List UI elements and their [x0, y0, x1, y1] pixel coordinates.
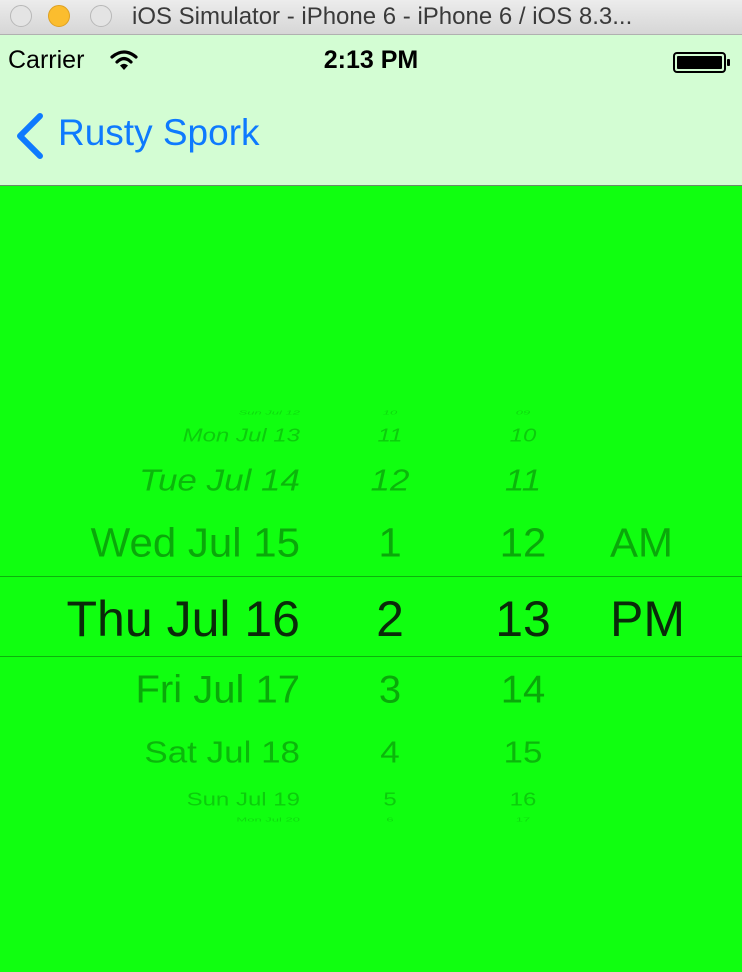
- picker-ampm-selected[interactable]: PM: [610, 594, 685, 644]
- picker-minute-cell[interactable]: 17: [516, 817, 530, 823]
- window-title: iOS Simulator - iPhone 6 - iPhone 6 / iO…: [132, 3, 633, 30]
- navigation-area: Carrier 2:13 PM Rusty Spork: [0, 35, 742, 186]
- picker-date-cell[interactable]: Sat Jul 18: [144, 737, 300, 768]
- picker-hour-cell[interactable]: 5: [383, 791, 396, 809]
- date-picker[interactable]: Sun Jul 12 Mon Jul 13 Tue Jul 14 Wed Jul 15…: [0, 186, 742, 972]
- picker-minute-cell[interactable]: 14: [501, 671, 546, 710]
- picker-date-cell[interactable]: Tue Jul 14: [139, 465, 300, 496]
- picker-minute-cell[interactable]: 09: [516, 410, 530, 416]
- window-minimize-button[interactable]: [48, 5, 70, 27]
- picker-minute-selected[interactable]: 13: [495, 594, 551, 644]
- picker-selection-top-line: [0, 576, 742, 577]
- picker-minute-cell[interactable]: 11: [505, 465, 541, 496]
- picker-selection-bottom-line: [0, 656, 742, 657]
- picker-hour-cell[interactable]: 12: [371, 465, 410, 496]
- battery-icon: [673, 52, 730, 73]
- picker-date-cell[interactable]: Sun Jul 19: [187, 791, 300, 809]
- picker-minute-cell[interactable]: 10: [510, 427, 537, 445]
- picker-date-cell[interactable]: Wed Jul 15: [91, 522, 300, 564]
- picker-minute-cell[interactable]: 16: [510, 791, 537, 809]
- picker-date-cell[interactable]: Mon Jul 20: [236, 817, 300, 823]
- picker-date-cell[interactable]: Fri Jul 17: [136, 671, 301, 710]
- picker-minute-cell[interactable]: 12: [500, 522, 547, 564]
- picker-hour-cell[interactable]: 11: [378, 427, 403, 445]
- picker-hour-cell[interactable]: 4: [380, 737, 399, 768]
- picker-minute-cell[interactable]: 15: [504, 737, 543, 768]
- picker-hour-cell[interactable]: 6: [386, 817, 393, 823]
- picker-date-selected[interactable]: Thu Jul 16: [67, 594, 300, 644]
- picker-hour-cell[interactable]: 1: [378, 522, 401, 564]
- window-zoom-button[interactable]: [90, 5, 112, 27]
- window-titlebar: iOS Simulator - iPhone 6 - iPhone 6 / iO…: [0, 0, 742, 35]
- picker-hour-cell[interactable]: 10: [383, 410, 397, 416]
- picker-hour-cell[interactable]: 3: [379, 671, 401, 710]
- chevron-left-icon: [17, 113, 43, 159]
- picker-date-cell[interactable]: Sun Jul 12: [239, 410, 300, 416]
- status-time: 2:13 PM: [323, 46, 419, 74]
- picker-date-cell[interactable]: Mon Jul 13: [183, 427, 300, 445]
- picker-ampm-cell[interactable]: AM: [610, 522, 673, 564]
- picker-hour-selected[interactable]: 2: [376, 594, 404, 644]
- back-button-label: Rusty Spork: [58, 112, 260, 153]
- window-close-button[interactable]: [10, 5, 32, 27]
